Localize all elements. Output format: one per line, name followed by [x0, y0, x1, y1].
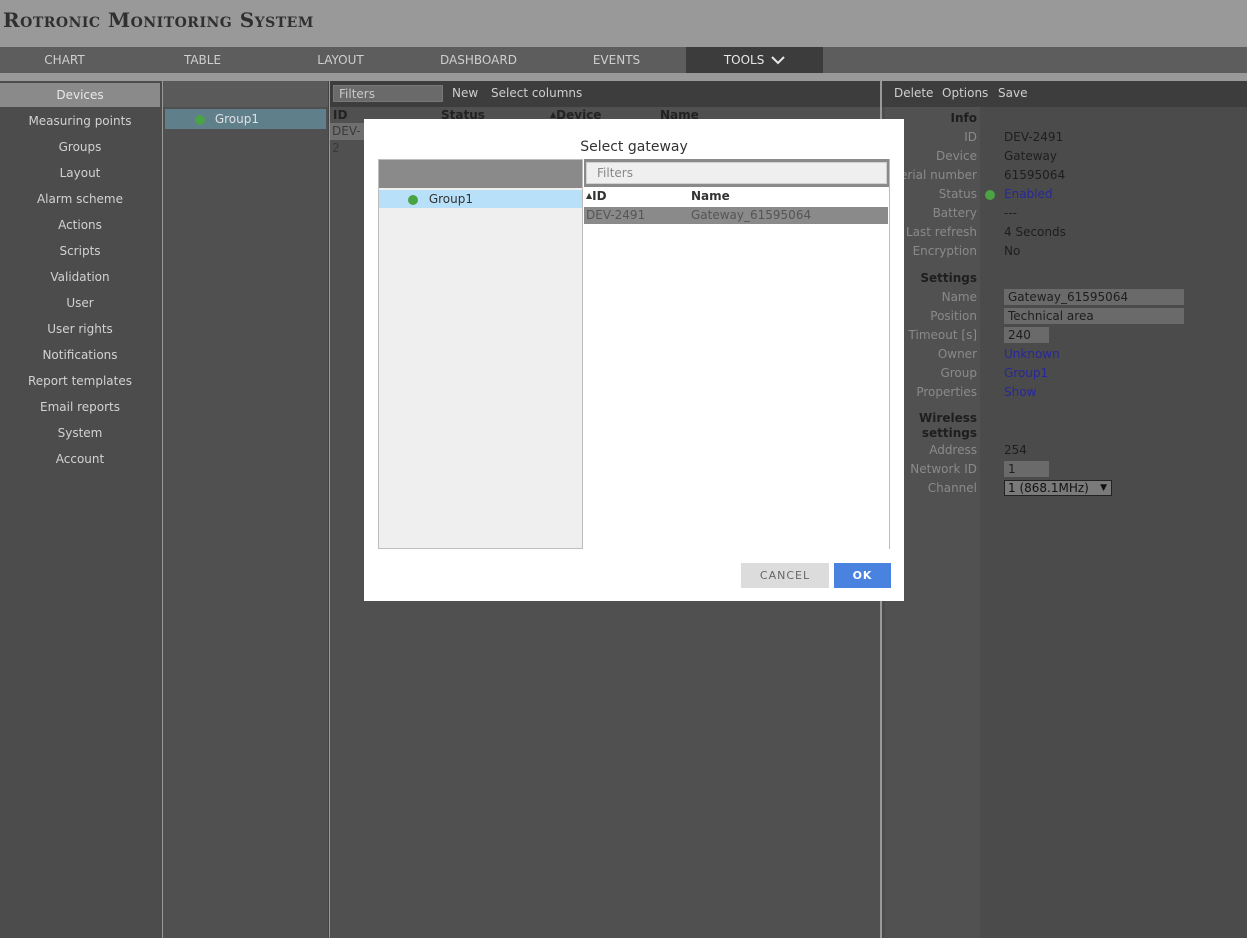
- dialog-title: Select gateway: [580, 139, 688, 155]
- sidebar-item-notifications[interactable]: Notifications: [0, 343, 160, 367]
- dialog-gateway-list: Filters ▲ID Name DEV-2491 Gateway_615950…: [584, 159, 890, 549]
- channel-select[interactable]: 1 (868.1MHz) ▼: [1004, 480, 1112, 496]
- tab-events[interactable]: EVENTS: [552, 47, 681, 73]
- table-row[interactable]: DEV-2491 Gateway_61595064: [584, 207, 888, 224]
- group-item[interactable]: Group1: [165, 109, 326, 129]
- save-button[interactable]: Save: [998, 86, 1027, 100]
- status-link[interactable]: Enabled: [1004, 187, 1053, 201]
- group-panel: Group1: [163, 81, 329, 938]
- options-button[interactable]: Options: [942, 86, 988, 100]
- sidebar-item-user-rights[interactable]: User rights: [0, 317, 160, 341]
- dialog-tree-item-group1[interactable]: Group1: [379, 190, 582, 208]
- channel-select-value: 1 (868.1MHz): [1008, 481, 1089, 495]
- table-row[interactable]: DEV-2: [330, 123, 368, 155]
- new-button[interactable]: New: [452, 86, 478, 100]
- tab-tools-label: TOOLS: [723, 53, 765, 67]
- tab-tools[interactable]: TOOLS: [686, 47, 823, 73]
- device-filter-input[interactable]: Filters: [333, 85, 443, 102]
- ok-button[interactable]: OK: [834, 563, 891, 588]
- sidebar-item-measuring-points[interactable]: Measuring points: [0, 109, 160, 133]
- dialog-column-id[interactable]: ▲ID: [586, 189, 607, 203]
- dialog-tree-header: [379, 160, 582, 188]
- dialog-tree-item-label: Group1: [428, 192, 473, 206]
- properties-show-link[interactable]: Show: [1004, 385, 1036, 399]
- last-refresh-value: 4 Seconds: [1004, 225, 1066, 239]
- sidebar-item-actions[interactable]: Actions: [0, 213, 160, 237]
- tab-chart[interactable]: CHART: [0, 47, 129, 73]
- dialog-list-header: Filters: [584, 159, 889, 187]
- column-header-id[interactable]: ID: [333, 108, 347, 122]
- group-link[interactable]: Group1: [1004, 366, 1048, 380]
- select-columns-button[interactable]: Select columns: [491, 86, 582, 100]
- dropdown-arrow-icon: ▼: [1100, 483, 1107, 493]
- device-value: Gateway: [1004, 149, 1058, 163]
- position-field[interactable]: Technical area: [1004, 308, 1184, 324]
- device-list-toolbar: Filters New Select columns: [330, 81, 880, 107]
- sidebar-item-scripts[interactable]: Scripts: [0, 239, 160, 263]
- dialog-filter-input[interactable]: Filters: [586, 162, 887, 184]
- chevron-down-icon: [771, 48, 785, 74]
- main-nav: CHART TABLE LAYOUT DASHBOARD EVENTS TOOL…: [0, 47, 1247, 73]
- device-details-panel: Delete Options Save Info ID DEV-2491 Dev…: [882, 81, 1247, 938]
- sidebar-item-user[interactable]: User: [0, 291, 160, 315]
- id-value: DEV-2491: [1004, 130, 1064, 144]
- sidebar-item-account[interactable]: Account: [0, 447, 160, 471]
- sidebar: Devices Measuring points Groups Layout A…: [0, 81, 162, 938]
- tab-table[interactable]: TABLE: [138, 47, 267, 73]
- cancel-button[interactable]: CANCEL: [741, 563, 829, 588]
- details-toolbar: Delete Options Save: [882, 81, 1247, 107]
- encryption-value: No: [1004, 244, 1021, 258]
- status-dot-icon: [195, 114, 205, 125]
- sidebar-item-validation[interactable]: Validation: [0, 265, 160, 289]
- sidebar-item-report-templates[interactable]: Report templates: [0, 369, 160, 393]
- select-gateway-dialog: Select gateway Group1 Filters ▲ID Name D…: [364, 119, 904, 601]
- tab-dashboard[interactable]: DASHBOARD: [414, 47, 543, 73]
- delete-button[interactable]: Delete: [894, 86, 933, 100]
- timeout-field[interactable]: 240: [1004, 327, 1049, 343]
- group-item-label: Group1: [214, 112, 259, 126]
- owner-link[interactable]: Unknown: [1004, 347, 1060, 361]
- status-dot-icon: [985, 190, 995, 200]
- app-title: Rotronic Monitoring System: [3, 8, 314, 32]
- battery-value: ---: [1004, 206, 1017, 220]
- sidebar-item-devices[interactable]: Devices: [0, 83, 160, 107]
- sidebar-item-layout[interactable]: Layout: [0, 161, 160, 185]
- sidebar-item-email-reports[interactable]: Email reports: [0, 395, 160, 419]
- status-dot-icon: [408, 194, 418, 205]
- dialog-group-tree: Group1: [378, 159, 583, 549]
- dialog-row-name: Gateway_61595064: [691, 208, 812, 222]
- serial-number-value: 61595064: [1004, 168, 1066, 182]
- sidebar-item-groups[interactable]: Groups: [0, 135, 160, 159]
- sidebar-item-system[interactable]: System: [0, 421, 160, 445]
- address-value: 254: [1004, 443, 1027, 457]
- name-field[interactable]: Gateway_61595064: [1004, 289, 1184, 305]
- network-id-field[interactable]: 1: [1004, 461, 1049, 477]
- group-panel-header: [163, 81, 328, 107]
- dialog-column-name[interactable]: Name: [691, 189, 730, 203]
- tab-layout[interactable]: LAYOUT: [276, 47, 405, 73]
- dialog-row-id: DEV-2491: [586, 208, 646, 222]
- sidebar-item-alarm-scheme[interactable]: Alarm scheme: [0, 187, 160, 211]
